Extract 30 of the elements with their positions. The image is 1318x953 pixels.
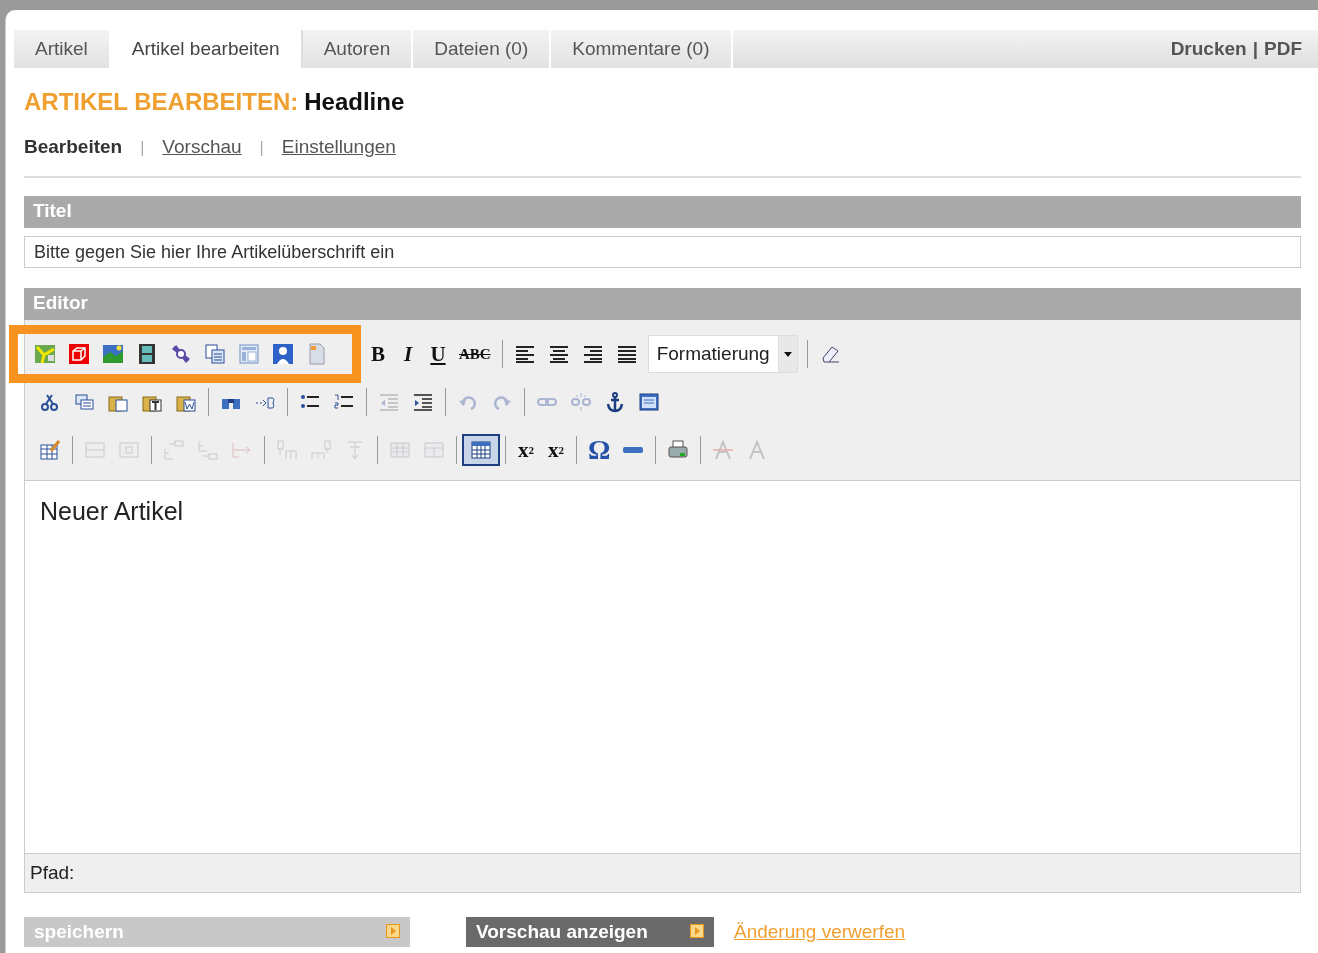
button-label: Vorschau anzeigen <box>476 921 648 943</box>
tab[interactable]: Artikel bearbeiten <box>110 30 303 68</box>
section-header: Editor <box>24 288 1301 320</box>
tab[interactable]: Artikel <box>14 30 111 68</box>
path-status: Pfad: <box>25 853 1300 892</box>
format-button[interactable]: x$^{2}$ <box>541 434 571 466</box>
link[interactable]: PDF <box>1264 38 1302 60</box>
tab[interactable]: Autoren <box>302 30 414 68</box>
heading-title: Headline <box>304 88 405 116</box>
separator: | <box>1252 38 1258 60</box>
subnav-link[interactable]: Vorschau <box>162 136 242 158</box>
separator: | <box>140 139 145 157</box>
format-button[interactable]: Ω <box>582 434 617 466</box>
separator: | <box>259 139 264 157</box>
format-dropdown[interactable]: Formatierung <box>647 335 798 373</box>
subnav-link[interactable]: Einstellungen <box>281 136 396 158</box>
format-button[interactable]: B <box>363 338 393 370</box>
tab[interactable]: Dateien (0) <box>413 30 552 68</box>
table-icon[interactable] <box>462 434 500 466</box>
tab[interactable]: Kommentare (0) <box>551 30 733 68</box>
title-input-field[interactable]: Bitte gegen Sie hier Ihre Artikelüberschrift ein <box>24 236 1301 268</box>
format-button[interactable]: I <box>393 338 423 370</box>
section-header: Titel <box>24 196 1301 228</box>
link[interactable]: Drucken <box>1170 38 1247 60</box>
format-button[interactable]: U <box>423 338 453 370</box>
format-button[interactable]: ABC <box>453 338 497 370</box>
editor-text: Neuer Artikel <box>40 497 185 526</box>
action-button[interactable]: Vorschau anzeigen <box>466 917 714 947</box>
subnav-item[interactable]: Bearbeiten <box>24 136 123 158</box>
heading-label: ARTIKEL BEARBEITEN: <box>24 88 299 116</box>
